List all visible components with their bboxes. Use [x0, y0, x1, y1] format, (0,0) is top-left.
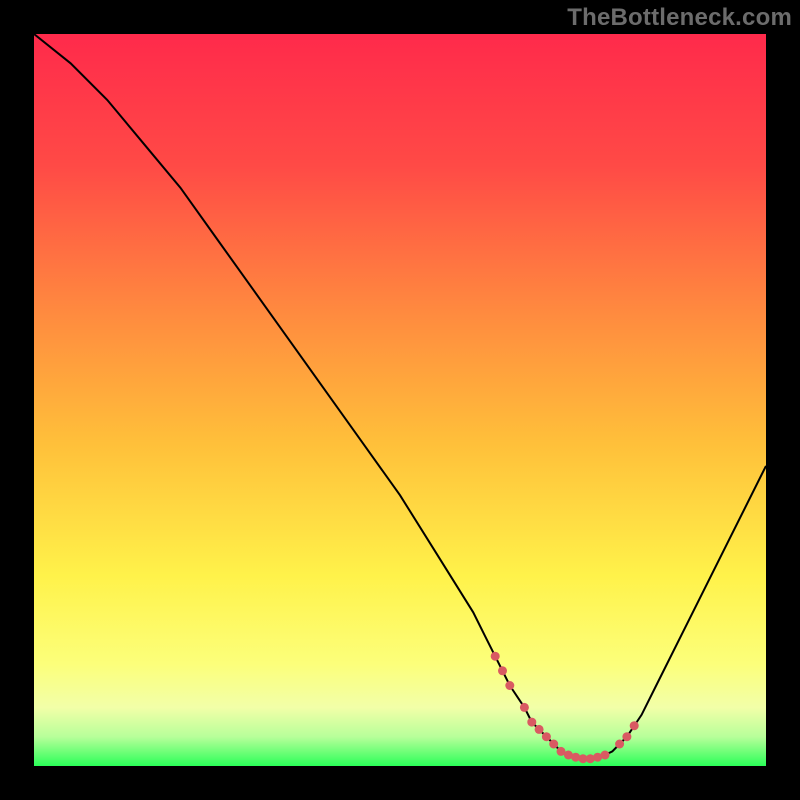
optimal-dot: [535, 725, 544, 734]
optimal-dot: [527, 718, 536, 727]
optimal-dot: [505, 681, 514, 690]
optimal-dot: [542, 732, 551, 741]
optimal-dot: [520, 703, 529, 712]
plot-area: [34, 34, 766, 766]
optimal-dot: [630, 721, 639, 730]
optimal-dot: [615, 740, 624, 749]
chart-container: TheBottleneck.com: [0, 0, 800, 800]
optimal-dot: [498, 666, 507, 675]
chart-svg: [34, 34, 766, 766]
watermark-text: TheBottleneck.com: [567, 4, 792, 32]
optimal-dot: [549, 740, 558, 749]
optimal-dot: [622, 732, 631, 741]
optimal-dot: [601, 751, 610, 760]
optimal-dot: [491, 652, 500, 661]
